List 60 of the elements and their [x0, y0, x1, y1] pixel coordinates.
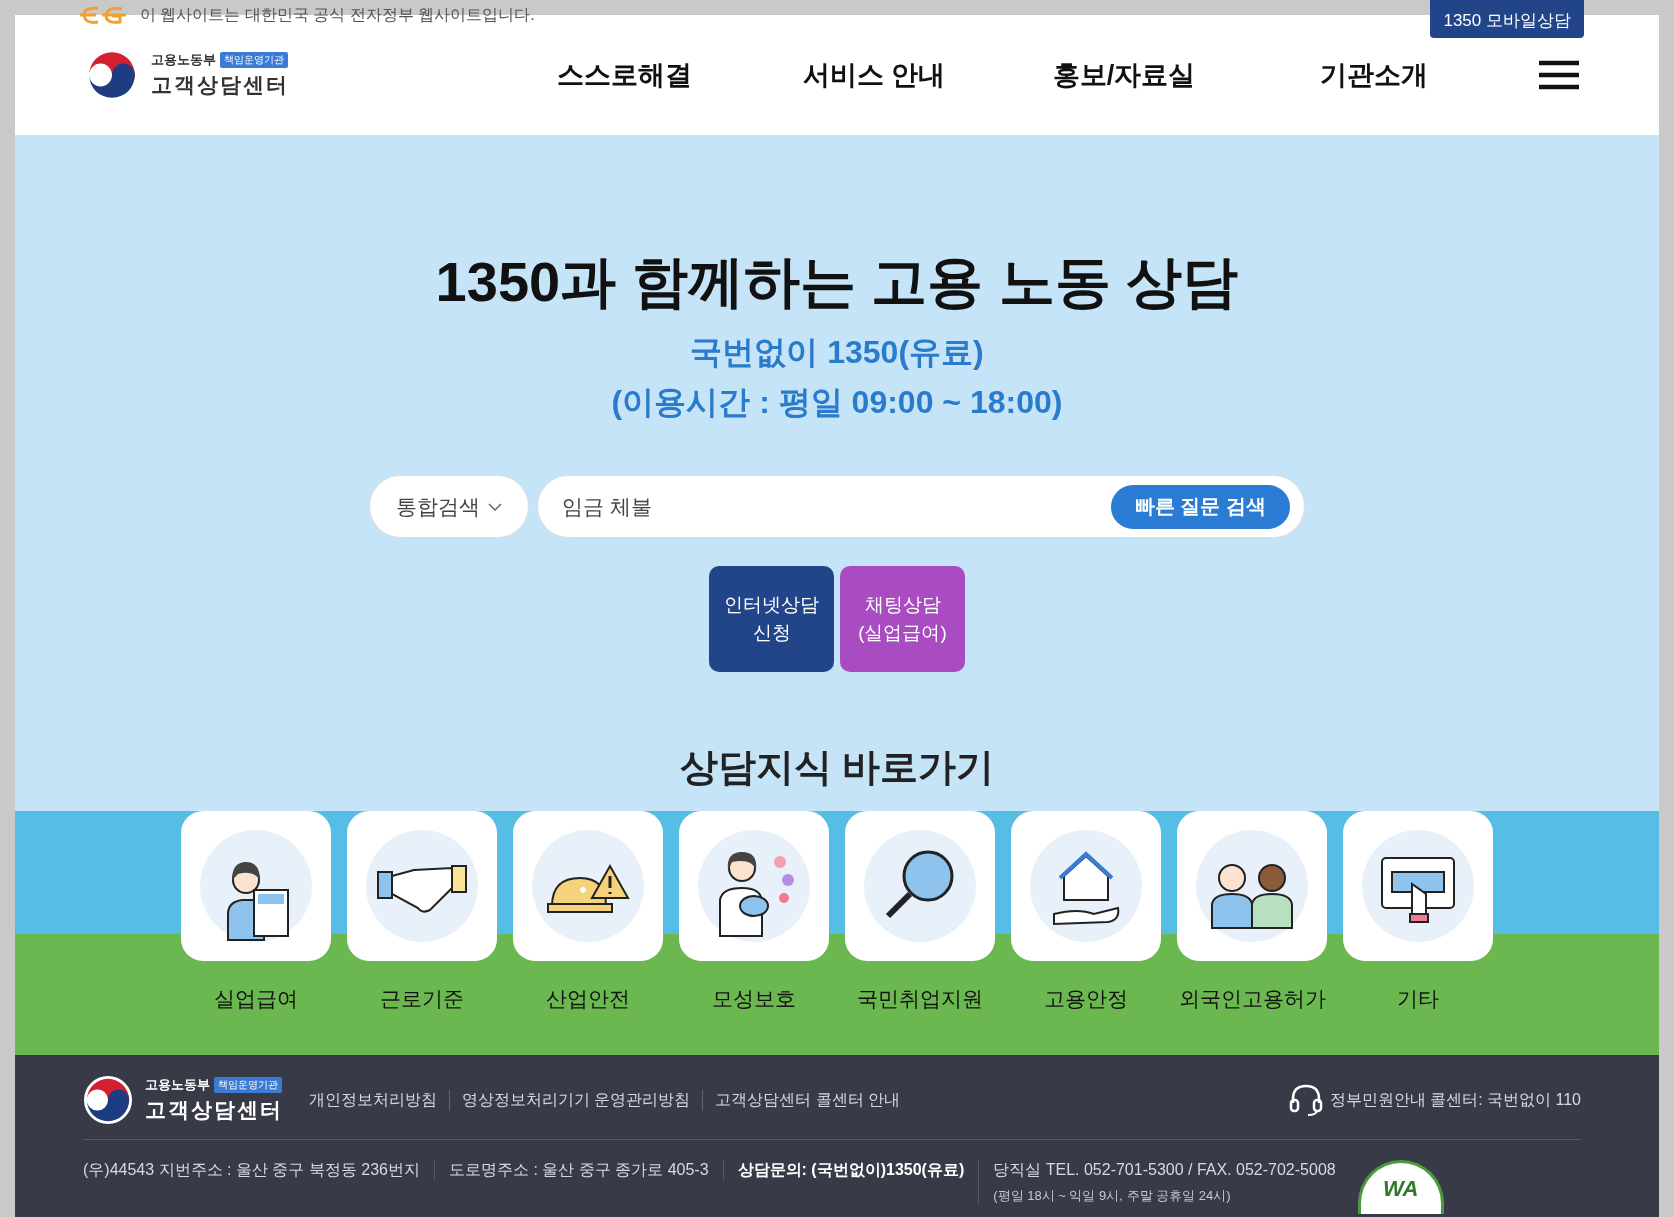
- address-text: 도로명주소 : 울산 중구 종가로 405-3: [433, 1160, 723, 1181]
- shortcut-label[interactable]: 근로기준: [380, 985, 464, 1013]
- shortcut-card[interactable]: [1343, 811, 1493, 961]
- emblem-icon: [83, 1075, 133, 1125]
- accessibility-mark: WA: [1357, 1160, 1444, 1214]
- ministry-name: 고용노동부: [151, 51, 216, 69]
- duty-hours-text: (평일 18시 ~ 익일 9시, 주말 공휴일 24시): [993, 1187, 1232, 1205]
- mobile-consult-button[interactable]: 1350 모바일상담: [1430, 0, 1584, 38]
- house-hand-icon: [1028, 828, 1144, 944]
- shortcut-card[interactable]: [679, 811, 829, 961]
- job-magnifier-icon: [862, 828, 978, 944]
- nav-item[interactable]: 서비스 안내: [749, 57, 999, 93]
- shortcut-card[interactable]: [347, 811, 497, 961]
- shortcut-label[interactable]: 모성보호: [712, 985, 796, 1013]
- nav-item[interactable]: 기관소개: [1249, 57, 1499, 93]
- eg-mark-icon: [78, 4, 128, 26]
- center-name: 고객상담센터: [151, 72, 289, 98]
- hero-title: 1350과 함께하는 고용 노동 상담: [435, 249, 1239, 315]
- menu-button[interactable]: [1539, 60, 1579, 90]
- headset-icon: [1287, 1083, 1324, 1117]
- footer-link[interactable]: 고객상담센터 콜센터 안내: [702, 1089, 913, 1111]
- address-text: (우)44543 지번주소 : 울산 중구 북정동 236번지: [83, 1160, 421, 1180]
- browser-click-icon: [1360, 828, 1476, 944]
- mother-baby-icon: [696, 828, 812, 944]
- agency-badge: 책임운영기관: [220, 52, 288, 68]
- hero-hours: (이용시간 : 평일 09:00 ~ 18:00): [611, 383, 1063, 422]
- inquiry-text: 상담문의: (국번없이)1350(유료): [722, 1160, 979, 1181]
- handshake-icon: [364, 828, 480, 944]
- shortcut-label[interactable]: 기타: [1397, 985, 1439, 1013]
- shortcut-card[interactable]: [845, 811, 995, 961]
- center-name: 고객상담센터: [145, 1097, 283, 1123]
- shortcut-label[interactable]: 실업급여: [214, 985, 298, 1013]
- footer-link[interactable]: 개인정보처리방침: [309, 1089, 449, 1111]
- ministry-name: 고용노동부: [145, 1076, 210, 1094]
- two-people-icon: [1194, 828, 1310, 944]
- notice-text: 이 웹사이트는 대한민국 공식 전자정부 웹사이트입니다.: [140, 4, 535, 25]
- callcenter-text: 정부민원안내 콜센터: 국번없이 110: [1329, 1089, 1581, 1110]
- shortcut-label[interactable]: 외국인고용허가: [1178, 985, 1326, 1013]
- search-scope-select[interactable]: 통합검색: [369, 475, 529, 538]
- section-title: 상담지식 바로가기: [679, 745, 995, 790]
- hardhat-warning-icon: [530, 828, 646, 944]
- duty-contact-text: 당직실 TEL. 052-701-5300 / FAX. 052-702-5008: [993, 1160, 1336, 1180]
- woman-calculator-icon: [198, 828, 314, 944]
- search-field[interactable]: 임금 체불 빠른 질문 검색: [537, 475, 1305, 538]
- shortcut-label[interactable]: 국민취업지원: [857, 985, 983, 1013]
- shortcut-label[interactable]: 고용안정: [1044, 985, 1128, 1013]
- shortcut-card[interactable]: [1177, 811, 1327, 961]
- consult-button[interactable]: 인터넷상담 신청: [709, 566, 834, 672]
- chevron-down-icon: [488, 502, 502, 511]
- shortcut-label[interactable]: 산업안전: [546, 985, 630, 1013]
- footer-link[interactable]: 영상정보처리기기 운영관리방침: [449, 1089, 703, 1111]
- hero-phone: 국번없이 1350(유료): [690, 333, 984, 372]
- shortcut-card[interactable]: [513, 811, 663, 961]
- quick-search-button[interactable]: 빠른 질문 검색: [1110, 484, 1290, 529]
- nav-item[interactable]: 스스로해결: [499, 57, 749, 93]
- consult-button[interactable]: 채팅상담 (실업급여): [840, 566, 965, 672]
- agency-badge: 책임운영기관: [214, 1077, 282, 1093]
- shortcut-card[interactable]: [181, 811, 331, 961]
- menu-icon: [1539, 60, 1579, 90]
- nav-item[interactable]: 홍보/자료실: [999, 57, 1249, 93]
